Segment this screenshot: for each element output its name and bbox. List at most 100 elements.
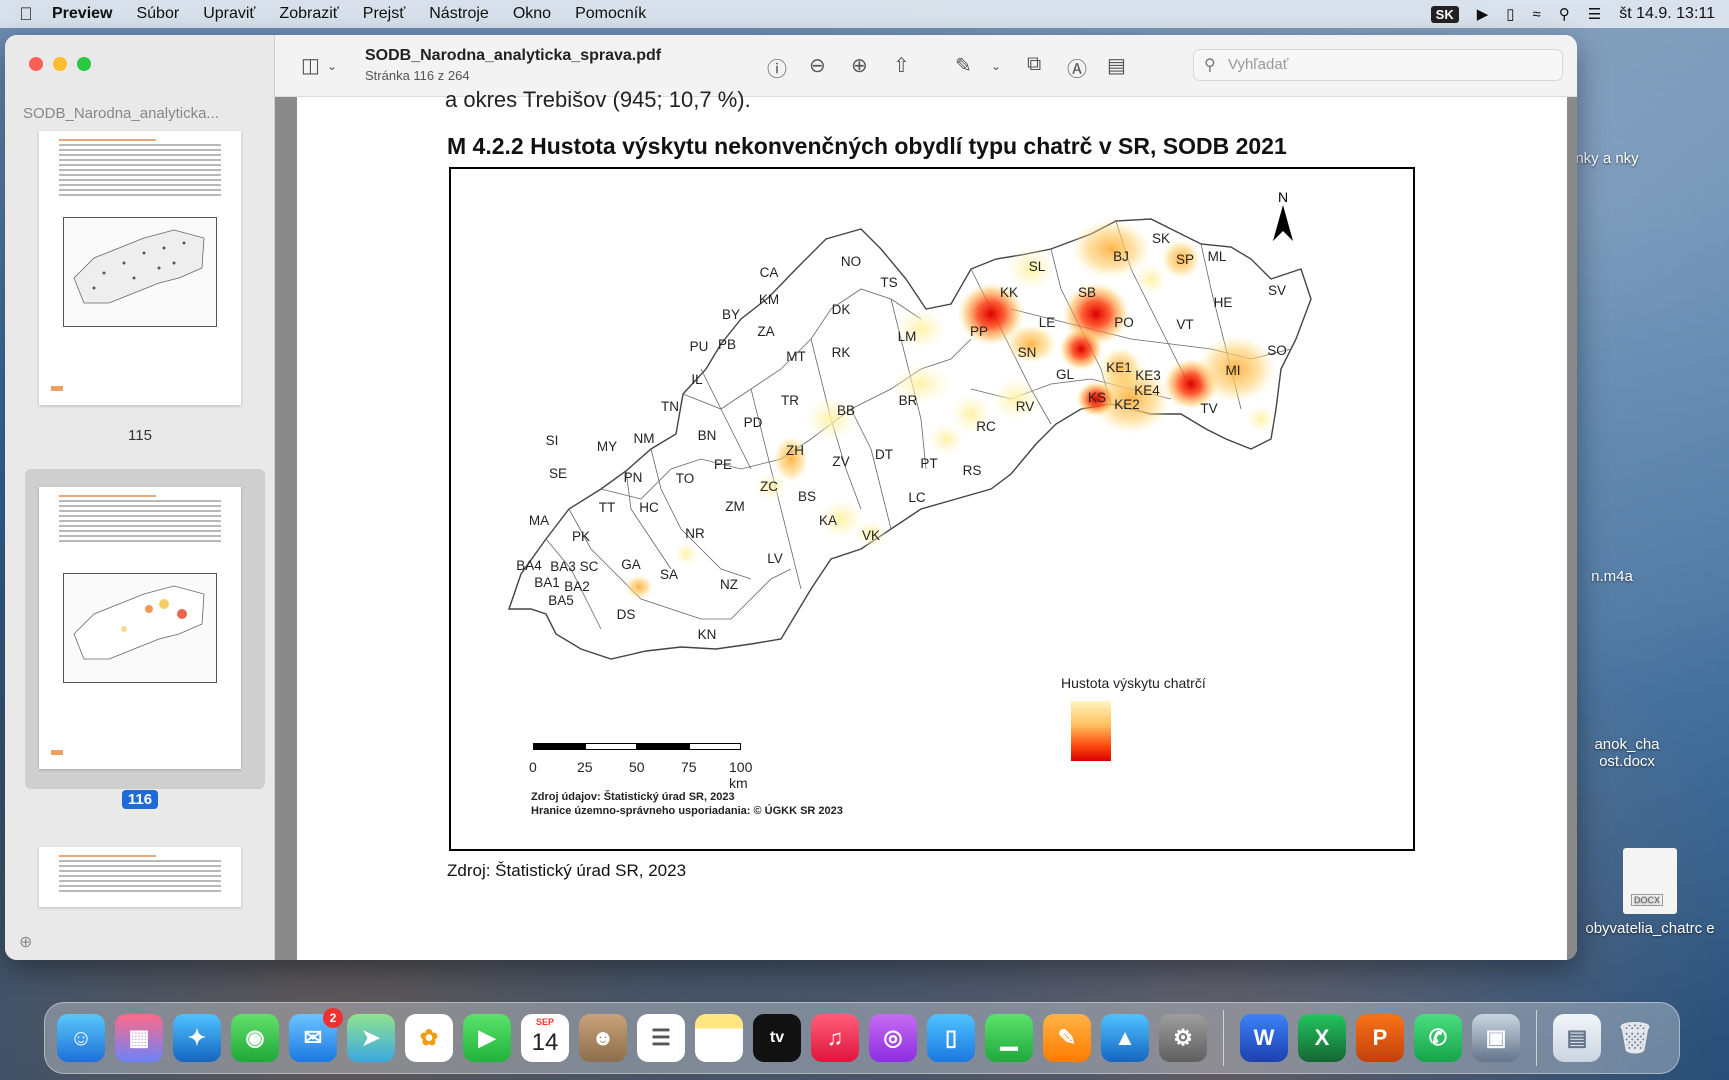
page-thumbnail-116[interactable] bbox=[39, 487, 241, 769]
music-icon[interactable]: ♫ bbox=[811, 1014, 859, 1062]
district-label-br: BR bbox=[899, 393, 918, 408]
zoom-out-icon[interactable]: ⊖ bbox=[809, 53, 826, 78]
district-label-ba4: BA4 bbox=[516, 558, 542, 573]
add-icon[interactable]: ⊕ bbox=[19, 932, 32, 952]
district-label-zv: ZV bbox=[832, 454, 849, 469]
wifi-icon[interactable]: ≈ bbox=[1533, 6, 1541, 23]
pages-icon[interactable]: ✎ bbox=[1043, 1014, 1091, 1062]
sidebar-toggle-icon[interactable]: ◫ bbox=[301, 53, 320, 78]
dock-separator bbox=[1223, 1010, 1224, 1066]
markup-pen-icon[interactable]: ✎ bbox=[955, 53, 972, 78]
district-label-ke1: KE1 bbox=[1106, 360, 1132, 375]
district-label-vt: VT bbox=[1176, 317, 1193, 332]
close-window-icon[interactable] bbox=[29, 57, 43, 71]
form-fill-icon[interactable]: ▤ bbox=[1107, 53, 1126, 78]
trash-icon[interactable]: 🗑 bbox=[1611, 1014, 1659, 1062]
messages-icon[interactable]: ◉ bbox=[231, 1014, 279, 1062]
powerpoint-icon[interactable]: P bbox=[1356, 1014, 1404, 1062]
safari-icon[interactable]: ✦ bbox=[173, 1014, 221, 1062]
markup-icon[interactable]: Ⓐ bbox=[1067, 53, 1087, 82]
maps-icon[interactable]: ➤ bbox=[347, 1014, 395, 1062]
scale-label-0: 0 bbox=[529, 759, 537, 775]
menu-help[interactable]: Pomocník bbox=[575, 5, 646, 23]
menu-window[interactable]: Okno bbox=[513, 5, 551, 23]
chevron-down-icon[interactable]: ⌄ bbox=[327, 59, 337, 73]
whatsapp-icon[interactable]: ✆ bbox=[1414, 1014, 1462, 1062]
battery-icon[interactable]: ▯ bbox=[1506, 5, 1514, 23]
district-label-dt: DT bbox=[875, 447, 893, 462]
apple-menu-icon[interactable]:  bbox=[0, 4, 52, 25]
info-icon[interactable]: ⓘ bbox=[767, 53, 787, 82]
menu-go[interactable]: Prejsť bbox=[363, 5, 405, 23]
district-label-pb: PB bbox=[718, 337, 736, 352]
desktop-file-label: obyvatelia_chatrc e bbox=[1585, 920, 1715, 937]
app-store-icon[interactable]: ▲ bbox=[1101, 1014, 1149, 1062]
excel-icon[interactable]: X bbox=[1298, 1014, 1346, 1062]
district-label-sn: SN bbox=[1018, 345, 1037, 360]
page-number-115[interactable]: 115 bbox=[5, 427, 275, 444]
search-field[interactable]: ⚲ Vyhľadať bbox=[1193, 49, 1563, 81]
share-icon[interactable]: ⇧ bbox=[893, 53, 910, 78]
document-title: SODB_Narodna_analyticka_sprava.pdf bbox=[365, 47, 662, 64]
page-thumbnail-115[interactable] bbox=[39, 131, 241, 405]
chevron-down-icon[interactable]: ⌄ bbox=[991, 59, 1001, 73]
desktop-file-1[interactable]: nky a nky bbox=[1572, 150, 1692, 167]
desktop-file-3[interactable]: anok_cha ost.docx bbox=[1572, 736, 1682, 770]
district-label-zh: ZH bbox=[786, 443, 804, 458]
rotate-icon[interactable]: ⧉ bbox=[1027, 53, 1041, 76]
district-label-he: HE bbox=[1214, 295, 1233, 310]
district-label-lv: LV bbox=[767, 551, 783, 566]
menu-file[interactable]: Súbor bbox=[136, 5, 179, 23]
document-viewport[interactable]: a okres Trebišov (945; 10,7 %). M 4.2.2 … bbox=[275, 87, 1577, 960]
search-icon[interactable]: ⚲ bbox=[1559, 5, 1570, 23]
district-label-bs: BS bbox=[798, 489, 816, 504]
fullscreen-window-icon[interactable] bbox=[77, 57, 91, 71]
desktop-file-4[interactable]: DOCX obyvatelia_chatrc e bbox=[1580, 848, 1720, 937]
control-center-icon[interactable]: ☰ bbox=[1588, 5, 1601, 23]
apple-tv-icon[interactable]: tv bbox=[753, 1014, 801, 1062]
district-label-hc: HC bbox=[639, 500, 659, 515]
preview-icon[interactable]: ▣ bbox=[1472, 1014, 1520, 1062]
district-label-pu: PU bbox=[690, 339, 709, 354]
play-icon[interactable]: ▶ bbox=[1477, 5, 1489, 23]
photos-icon[interactable]: ✿ bbox=[405, 1014, 453, 1062]
district-label-sb: SB bbox=[1078, 285, 1096, 300]
podcasts-icon[interactable]: ◎ bbox=[869, 1014, 917, 1062]
menu-clock[interactable]: št 14.9. 13:11 bbox=[1619, 5, 1715, 23]
district-label-sp: SP bbox=[1176, 252, 1194, 267]
menu-app-name[interactable]: Preview bbox=[52, 5, 112, 23]
menu-edit[interactable]: Upraviť bbox=[203, 5, 255, 23]
zoom-in-icon[interactable]: ⊕ bbox=[851, 53, 868, 78]
finder-icon[interactable]: ☺ bbox=[57, 1014, 105, 1062]
north-arrow: N bbox=[1271, 189, 1295, 244]
district-label-rc: RC bbox=[976, 419, 996, 434]
north-label: N bbox=[1277, 189, 1289, 205]
thumbnail-map bbox=[63, 217, 217, 327]
district-label-rs: RS bbox=[963, 463, 982, 478]
reminders-icon[interactable]: ☰ bbox=[637, 1014, 685, 1062]
contacts-icon[interactable]: ☻ bbox=[579, 1014, 627, 1062]
calendar-icon[interactable]: SEP 14 bbox=[521, 1014, 569, 1062]
desktop-file-2[interactable]: n.m4a bbox=[1572, 568, 1652, 585]
input-source-indicator[interactable]: SK bbox=[1430, 5, 1459, 23]
district-label-ke2: KE2 bbox=[1114, 397, 1140, 412]
district-label-ts: TS bbox=[880, 275, 897, 290]
district-label-sk: SK bbox=[1152, 231, 1170, 246]
menu-tools[interactable]: Nástroje bbox=[429, 5, 489, 23]
keynote-icon[interactable]: ▯ bbox=[927, 1014, 975, 1062]
notes-icon[interactable] bbox=[695, 1014, 743, 1062]
window-controls bbox=[29, 57, 91, 71]
menu-view[interactable]: Zobraziť bbox=[279, 5, 338, 23]
mail-icon[interactable]: ✉ 2 bbox=[289, 1008, 343, 1062]
page-thumbnail-117[interactable] bbox=[39, 847, 241, 907]
system-settings-icon[interactable]: ⚙ bbox=[1159, 1014, 1207, 1062]
district-label-by: BY bbox=[722, 307, 740, 322]
downloads-stack-icon[interactable]: ▤ bbox=[1553, 1014, 1601, 1062]
calendar-month: SEP bbox=[535, 1017, 554, 1027]
minimize-window-icon[interactable] bbox=[53, 57, 67, 71]
launchpad-icon[interactable]: ▦ bbox=[115, 1014, 163, 1062]
numbers-icon[interactable]: ▁ bbox=[985, 1014, 1033, 1062]
word-icon[interactable]: W bbox=[1240, 1014, 1288, 1062]
facetime-icon[interactable]: ▶ bbox=[463, 1014, 511, 1062]
page-number-116[interactable]: 116 bbox=[5, 790, 275, 809]
